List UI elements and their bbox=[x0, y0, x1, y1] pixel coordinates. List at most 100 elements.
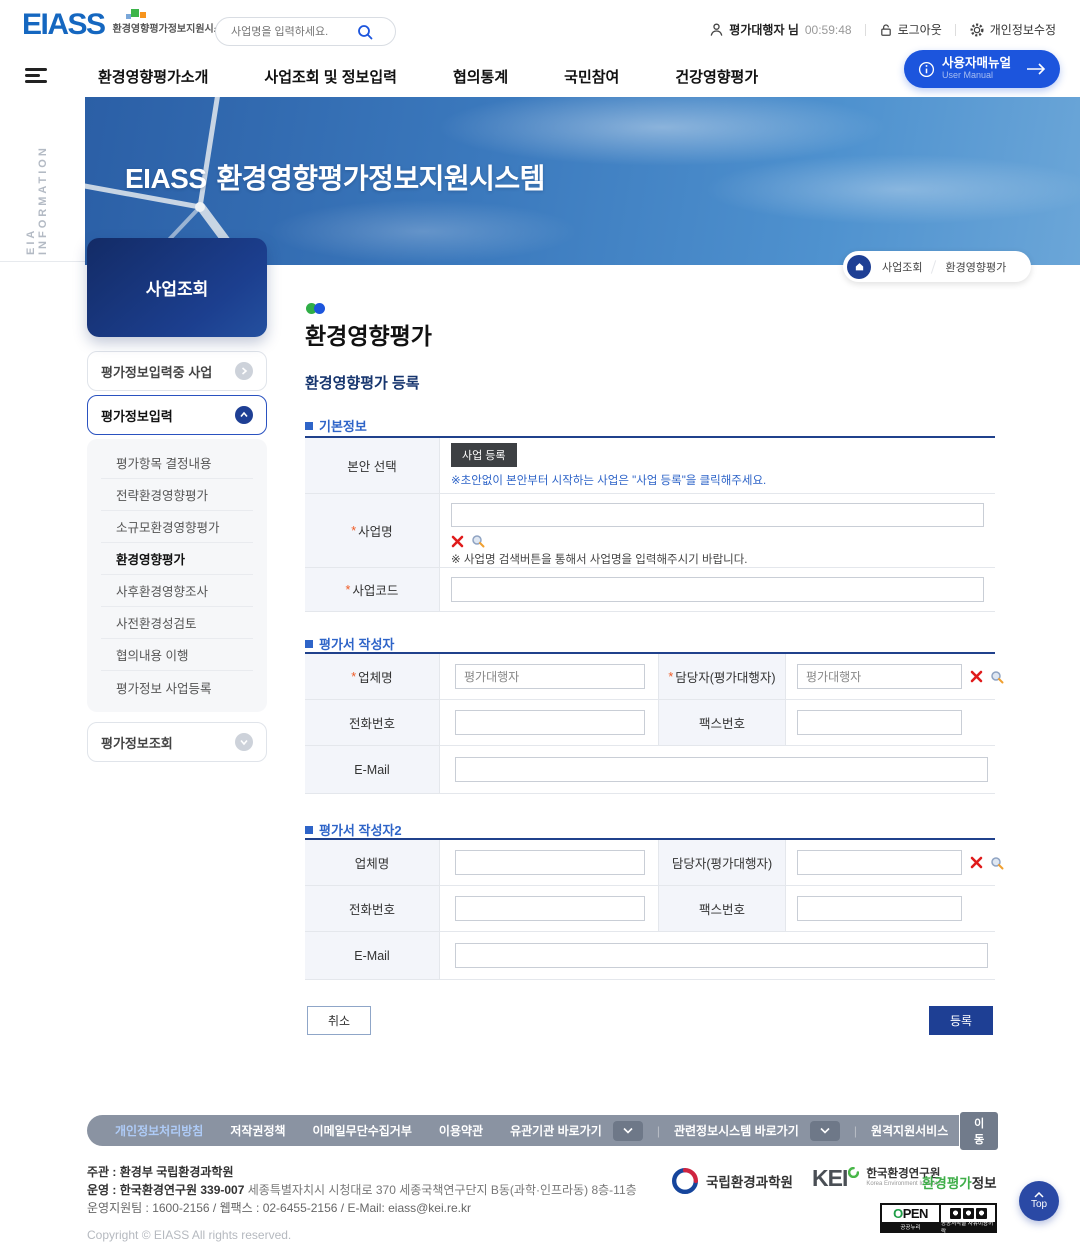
basic-info-table: 본안 선택 사업 등록 ※초안없이 본안부터 시작하는 사업은 "사업 등록"을… bbox=[305, 436, 995, 612]
main-nav: 환경영향평가소개 사업조회 및 정보입력 협의통계 국민참여 건강영향평가 사용… bbox=[0, 55, 1080, 97]
manager-input[interactable] bbox=[797, 664, 962, 689]
fax-label: 팩스번호 bbox=[659, 700, 786, 745]
nier-logo: 국립환경과학원 bbox=[672, 1168, 793, 1194]
search-icon[interactable] bbox=[356, 23, 374, 41]
email-input[interactable] bbox=[455, 757, 988, 782]
search-magnifier-icon[interactable] bbox=[471, 534, 485, 548]
privacy-policy-link[interactable]: 개인정보처리방침 bbox=[115, 1122, 203, 1139]
cancel-button[interactable]: 취소 bbox=[307, 1006, 371, 1035]
title-dots-icon bbox=[306, 303, 330, 314]
fax-input[interactable] bbox=[797, 896, 962, 921]
project-search bbox=[215, 17, 396, 46]
clear-icon[interactable] bbox=[970, 670, 983, 683]
nav-item-health[interactable]: 건강영향평가 bbox=[675, 66, 758, 87]
hamburger-menu-icon[interactable] bbox=[25, 68, 47, 83]
biz-code-input[interactable] bbox=[451, 577, 984, 602]
gear-icon bbox=[969, 22, 985, 38]
privacy-edit-button[interactable]: 개인정보수정 bbox=[990, 21, 1056, 38]
company-label: *업체명 bbox=[305, 654, 440, 699]
side-strip: EIA INFORMATION bbox=[0, 97, 85, 262]
home-icon[interactable] bbox=[847, 255, 871, 279]
remote-support-label: 원격지원서비스 bbox=[871, 1122, 948, 1139]
sidebar-item-projects-in-progress[interactable]: 평가정보입력중 사업 bbox=[87, 351, 267, 391]
biz-name-input[interactable] bbox=[451, 503, 984, 527]
user-icon bbox=[709, 22, 724, 37]
writer1-table: *업체명 *담당자(평가대행자) 전화번호 팩스번호 bbox=[305, 652, 995, 794]
fax-input[interactable] bbox=[797, 710, 962, 735]
nav-item-public[interactable]: 국민참여 bbox=[564, 66, 619, 87]
submenu-post-eia-survey[interactable]: 사후환경영향조사 bbox=[101, 575, 253, 607]
related-orgs-label: 유관기관 바로가기 bbox=[510, 1122, 602, 1139]
footer-link-bar: 개인정보처리방침 저작권정책 이메일무단수집거부 이용약관 유관기관 바로가기 … bbox=[87, 1115, 993, 1146]
company-input[interactable] bbox=[455, 850, 645, 875]
sidebar-item-label: 평가정보조회 bbox=[101, 733, 235, 752]
user-strip: 평가대행자 님 00:59:48 로그아웃 개인정보수정 bbox=[709, 21, 1056, 38]
submenu-project-registration[interactable]: 평가정보 사업등록 bbox=[101, 671, 253, 703]
phone-input[interactable] bbox=[455, 896, 645, 921]
user-name: 평가대행자 님 bbox=[729, 21, 799, 38]
terms-link[interactable]: 이용약관 bbox=[439, 1122, 483, 1139]
biz-code-label: *사업코드 bbox=[305, 568, 440, 611]
eiass-page: EIASS 환경영향평가정보지원시스템 평가대행자 님 00:59:48 로그아… bbox=[0, 0, 1080, 1254]
section-title: 평가서 작성자 bbox=[319, 634, 394, 653]
search-input[interactable] bbox=[216, 26, 354, 38]
footer-supervisor: 주관 : 환경부 국립환경과학원 bbox=[87, 1163, 233, 1180]
manual-title: 사용자매뉴얼 bbox=[942, 57, 1011, 71]
nav-item-intro[interactable]: 환경영향평가소개 bbox=[98, 66, 208, 87]
phone-input[interactable] bbox=[455, 710, 645, 735]
submit-button[interactable]: 등록 bbox=[929, 1006, 993, 1035]
nav-item-project-search[interactable]: 사업조회 및 정보입력 bbox=[264, 66, 397, 87]
chevron-right-icon bbox=[235, 362, 253, 380]
info-icon bbox=[918, 61, 935, 78]
logo-squares-icon bbox=[126, 7, 148, 21]
company-input[interactable] bbox=[455, 664, 645, 689]
manual-subtitle: User Manual bbox=[942, 71, 1011, 81]
search-magnifier-icon[interactable] bbox=[990, 670, 1004, 684]
email-refusal-link[interactable]: 이메일무단수집거부 bbox=[313, 1122, 412, 1139]
user-manual-button[interactable]: 사용자매뉴얼 User Manual bbox=[904, 50, 1060, 88]
related-systems-dropdown[interactable] bbox=[810, 1121, 840, 1141]
lock-icon bbox=[879, 23, 893, 37]
project-register-button[interactable]: 사업 등록 bbox=[451, 443, 517, 467]
breadcrumb: 사업조회 환경영향평가 bbox=[843, 251, 1031, 282]
chevron-down-icon bbox=[235, 733, 253, 751]
kei-swirl-icon bbox=[848, 1167, 859, 1178]
kogl-label: 공공누리 bbox=[882, 1222, 939, 1231]
form-title: 환경영향평가 등록 bbox=[305, 372, 420, 393]
nier-logo-icon bbox=[672, 1168, 698, 1194]
draft-note: ※초안없이 본안부터 시작하는 사업은 "사업 등록"을 클릭해주세요. bbox=[451, 472, 766, 488]
logout-button[interactable]: 로그아웃 bbox=[898, 21, 942, 38]
related-orgs-dropdown[interactable] bbox=[613, 1121, 643, 1141]
section-title: 기본정보 bbox=[319, 416, 367, 435]
breadcrumb-eia[interactable]: 환경영향평가 bbox=[934, 259, 1017, 275]
clear-icon[interactable] bbox=[970, 856, 983, 869]
eiass-logo[interactable]: EIASS 환경영향평가정보지원시스템 bbox=[22, 11, 232, 38]
submenu-agreement-implementation[interactable]: 협의내용 이행 bbox=[101, 639, 253, 671]
chevron-up-icon bbox=[235, 406, 253, 424]
sidebar-submenu: 평가항목 결정내용 전략환경영향평가 소규모환경영향평가 환경영향평가 사후환경… bbox=[87, 439, 267, 712]
search-magnifier-icon[interactable] bbox=[990, 856, 1004, 870]
submenu-small-scale-eia[interactable]: 소규모환경영향평가 bbox=[101, 511, 253, 543]
scroll-top-button[interactable]: Top bbox=[1019, 1181, 1059, 1221]
phone-label: 전화번호 bbox=[305, 886, 440, 931]
sidebar-item-eval-info-search[interactable]: 평가정보조회 bbox=[87, 722, 267, 762]
breadcrumb-project-search[interactable]: 사업조회 bbox=[871, 259, 933, 275]
nav-item-stats[interactable]: 협의통계 bbox=[453, 66, 508, 87]
sidebar-title-project-search[interactable]: 사업조회 bbox=[87, 238, 267, 337]
submenu-prior-env-review[interactable]: 사전환경성검토 bbox=[101, 607, 253, 639]
hero-title-ko: 환경영향평가정보지원시스템 bbox=[217, 163, 545, 194]
clear-icon[interactable] bbox=[451, 535, 464, 548]
company-label: 업체명 bbox=[305, 840, 440, 885]
remote-support-go-button[interactable]: 이동 bbox=[959, 1111, 999, 1151]
submenu-eia-active[interactable]: 환경영향평가 bbox=[101, 543, 253, 575]
sidebar-item-label: 평가정보입력중 사업 bbox=[101, 362, 235, 381]
divider bbox=[955, 24, 956, 36]
copyright-policy-link[interactable]: 저작권정책 bbox=[230, 1122, 285, 1139]
sidebar-item-eval-info-input[interactable]: 평가정보입력 bbox=[87, 395, 267, 435]
manager-label: 담당자(평가대행자) bbox=[659, 840, 786, 885]
manager-input[interactable] bbox=[797, 850, 962, 875]
email-input[interactable] bbox=[455, 943, 988, 968]
kogl-sublabel: 공공저작물 자유이용허락 bbox=[941, 1222, 995, 1231]
submenu-strategic-eia[interactable]: 전략환경영향평가 bbox=[101, 479, 253, 511]
submenu-eval-items[interactable]: 평가항목 결정내용 bbox=[101, 447, 253, 479]
